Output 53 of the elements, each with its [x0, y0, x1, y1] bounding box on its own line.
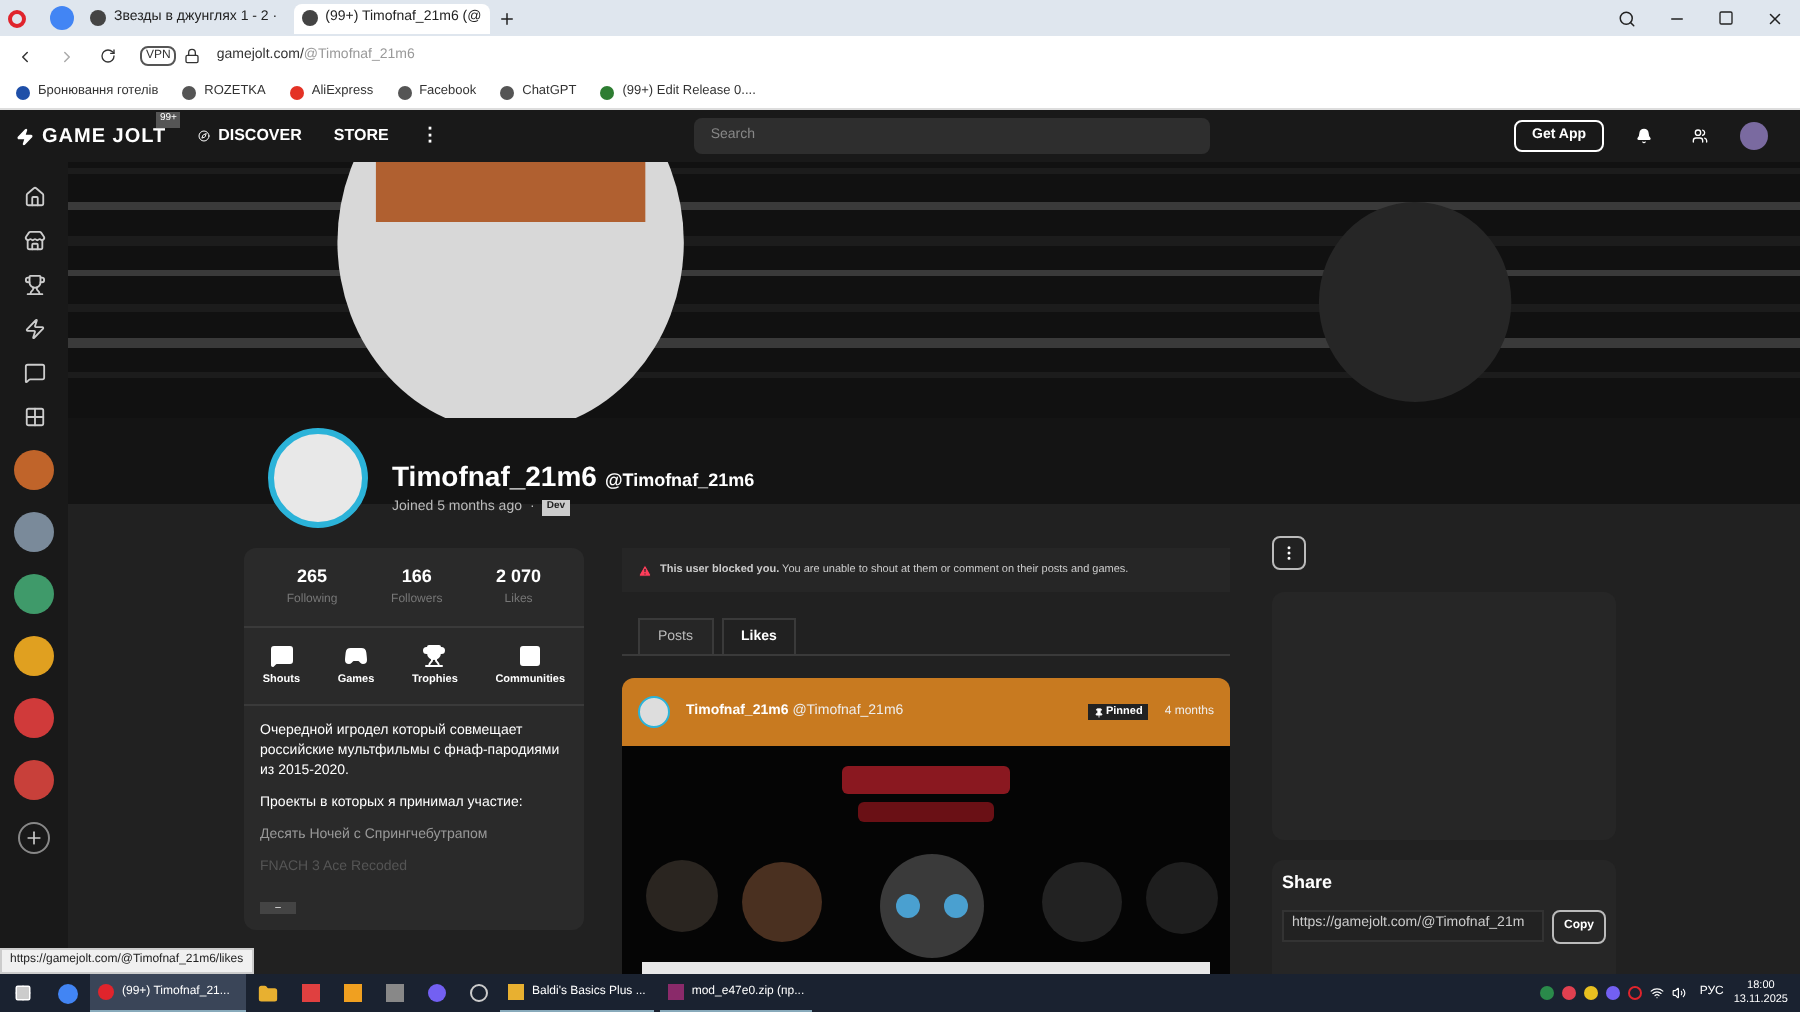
stat-value[interactable]: 265 [297, 564, 328, 591]
more-options-button[interactable] [1272, 536, 1306, 570]
notifications-icon[interactable] [1636, 128, 1652, 144]
nav-link[interactable]: STORE [333, 124, 389, 148]
folder-taskbar-icon[interactable] [258, 983, 278, 1003]
new-tab-icon[interactable] [497, 9, 516, 27]
reload-icon[interactable] [100, 48, 116, 64]
community-avatar[interactable] [14, 512, 54, 552]
restore-icon[interactable] [1718, 10, 1734, 26]
nav-link[interactable]: DISCOVER [198, 124, 302, 148]
community-avatar[interactable] [14, 760, 54, 800]
chat-icon[interactable] [23, 362, 45, 384]
google-tab-icon[interactable] [50, 6, 74, 30]
start-icon[interactable] [14, 984, 32, 1002]
trophies-icon [422, 643, 447, 667]
tab-favicon-icon [301, 10, 318, 26]
warning-icon [638, 563, 652, 578]
games-icon [344, 643, 368, 667]
volume-icon[interactable] [1671, 986, 1686, 1000]
app-taskbar-icon[interactable] [470, 984, 488, 1002]
stat-value[interactable]: 166 [401, 564, 432, 591]
library-icon[interactable] [23, 406, 45, 428]
chrome-taskbar-icon[interactable] [58, 983, 78, 1003]
network-icon[interactable] [1649, 986, 1664, 1000]
search-icon[interactable] [1618, 9, 1636, 27]
site-logo[interactable]: GAME JOLT [42, 121, 167, 151]
user-avatar[interactable] [1740, 122, 1768, 150]
opera-logo-icon[interactable] [8, 9, 26, 27]
close-icon[interactable] [1766, 9, 1784, 27]
community-avatar[interactable] [14, 450, 54, 490]
logo-icon[interactable] [16, 127, 34, 145]
pin-icon [1093, 707, 1104, 718]
shouts-icon [269, 643, 294, 667]
community-avatar[interactable] [14, 574, 54, 614]
home-icon[interactable] [23, 186, 45, 208]
back-icon[interactable] [16, 47, 34, 65]
trophy-icon[interactable] [23, 274, 45, 296]
profile-name: Timofnaf_21m6 [392, 457, 597, 495]
store-icon[interactable] [23, 230, 45, 252]
compass-icon [198, 130, 211, 142]
community-avatar[interactable] [14, 698, 54, 738]
more-menu-button[interactable]: ⋮ [420, 122, 439, 150]
viber-taskbar-icon[interactable] [428, 984, 446, 1002]
bolt-icon[interactable] [23, 318, 45, 340]
community-avatar[interactable] [14, 636, 54, 676]
tab-favicon-icon [90, 10, 106, 26]
profile-handle: @Timofnaf_21m6 [604, 467, 755, 493]
author-avatar [638, 696, 670, 729]
add-community-icon[interactable] [18, 822, 50, 854]
share-title: Share [1282, 870, 1335, 896]
friends-icon[interactable] [1692, 128, 1708, 144]
stat-value[interactable]: 2 070 [496, 564, 542, 591]
lock-icon [184, 48, 201, 64]
